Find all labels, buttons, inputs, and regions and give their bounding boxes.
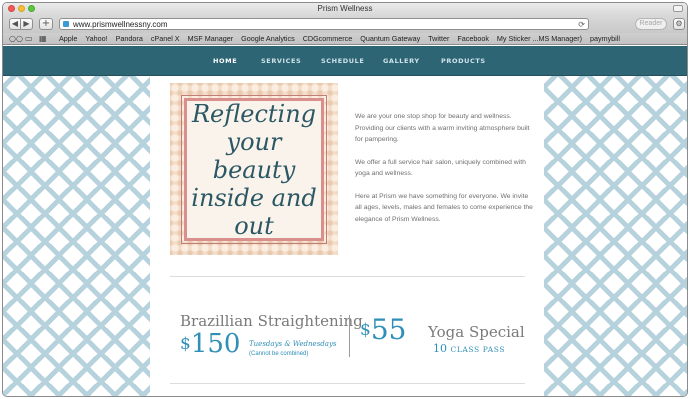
promo-days: Tuesdays & Wednesdays [249,340,337,348]
bookmarks-book-icon[interactable]: ▭ [25,34,33,44]
bookmark-item[interactable]: Quantum Gateway [360,33,420,45]
main-content: Reflecting your beauty inside and out We… [150,76,544,396]
promo-brazilian-price: $150 [180,330,240,358]
intro-text: We are your one stop shop for beauty and… [355,111,535,236]
price-currency: $ [180,334,191,354]
bookmark-item[interactable]: Facebook [457,33,489,45]
window-title: Prism Wellness [317,4,373,13]
reader-button[interactable]: Reader [635,18,667,30]
address-bar[interactable]: www.prismwellnessny.com ⟳ [59,18,589,30]
bookmark-item[interactable]: Twitter [428,33,449,45]
bookmark-item[interactable]: CDGcommerce [303,33,353,45]
bookmarks-bar: ○○ ▭ ▦ Apple Yahoo! Pandora cPanel X MSF Man… [3,33,687,45]
nav-item-home[interactable]: HOME [213,46,237,76]
bookmark-item[interactable]: Pandora [116,33,143,45]
class-pass-count: 10 [433,342,447,355]
promo-note: (Cannot be combined) [249,351,309,357]
intro-paragraph: We are your one stop shop for beauty and… [355,113,530,143]
nav-menu: HOME SERVICES SCHEDULE GALLERY PRODUCTS [3,46,687,76]
nav-item-services[interactable]: SERVICES [261,46,301,76]
site-favicon-icon [63,21,69,27]
promo-yoga-price: $55 [360,315,406,345]
settings-gear-icon[interactable]: ⚙ [673,18,685,30]
bookmark-item[interactable]: MSF Manager [188,33,234,45]
class-pass-label: CLASS PASS [450,345,506,354]
nav-item-products[interactable]: PRODUCTS [441,46,486,76]
bookmark-item[interactable]: paymybill [590,33,620,45]
forward-button[interactable]: ▶ [21,18,33,30]
price-currency: $ [360,320,371,340]
promo-brazilian-title: Brazillian Straightening [180,312,363,330]
site-navigation: HOME SERVICES SCHEDULE GALLERY PRODUCTS [3,46,687,76]
chevron-pattern-left [3,76,150,396]
browser-toolbar: ◀ ▶ + www.prismwellnessny.com ⟳ Reader ⚙ [3,15,687,33]
divider [170,383,525,384]
browser-window: Prism Wellness ◀ ▶ + www.prismwellnessny… [2,2,688,397]
minimize-button[interactable] [18,5,25,12]
intro-paragraph: Here at Prism we have something for ever… [355,192,533,223]
bookmark-item[interactable]: Apple [59,33,77,45]
reload-icon[interactable]: ⟳ [578,19,585,30]
feature-image: Reflecting your beauty inside and out [170,83,338,255]
reading-list-icon[interactable]: ○○ [9,34,23,44]
promo-yoga-title: Yoga Special [428,323,525,341]
price-amount: 150 [190,329,241,359]
price-amount: 55 [370,313,407,346]
new-tab-button[interactable]: + [39,18,53,30]
maximize-button[interactable] [28,5,35,12]
bookmark-item[interactable]: cPanel X [151,33,180,45]
top-sites-grid-icon[interactable]: ▦ [39,34,47,44]
url-text[interactable]: www.prismwellnessny.com [73,19,168,30]
web-page: HOME SERVICES SCHEDULE GALLERY PRODUCTS Refl… [3,46,687,396]
promo-separator [349,315,350,357]
feature-tagline: Reflecting your beauty inside and out [191,99,317,240]
bookmark-item[interactable]: Google Analytics [241,33,295,45]
feature-frame: Reflecting your beauty inside and out [181,95,327,244]
nav-item-gallery[interactable]: GALLERY [383,46,420,76]
fullscreen-button[interactable] [673,5,683,12]
intro-paragraph: We offer a full service hair salon, uniq… [355,158,526,178]
title-bar: Prism Wellness [3,3,687,15]
chevron-pattern-right [544,76,687,396]
bookmark-item[interactable]: My Sticker ...MS Manager) [497,33,582,45]
nav-item-schedule[interactable]: SCHEDULE [321,46,364,76]
close-button[interactable] [8,5,15,12]
bookmark-item[interactable]: Yahoo! [85,33,107,45]
divider [170,276,525,277]
back-button[interactable]: ◀ [9,18,21,30]
bookmark-list: Apple Yahoo! Pandora cPanel X MSF Manager Goo… [59,33,620,45]
class-pass: 10 CLASS PASS [433,342,505,355]
